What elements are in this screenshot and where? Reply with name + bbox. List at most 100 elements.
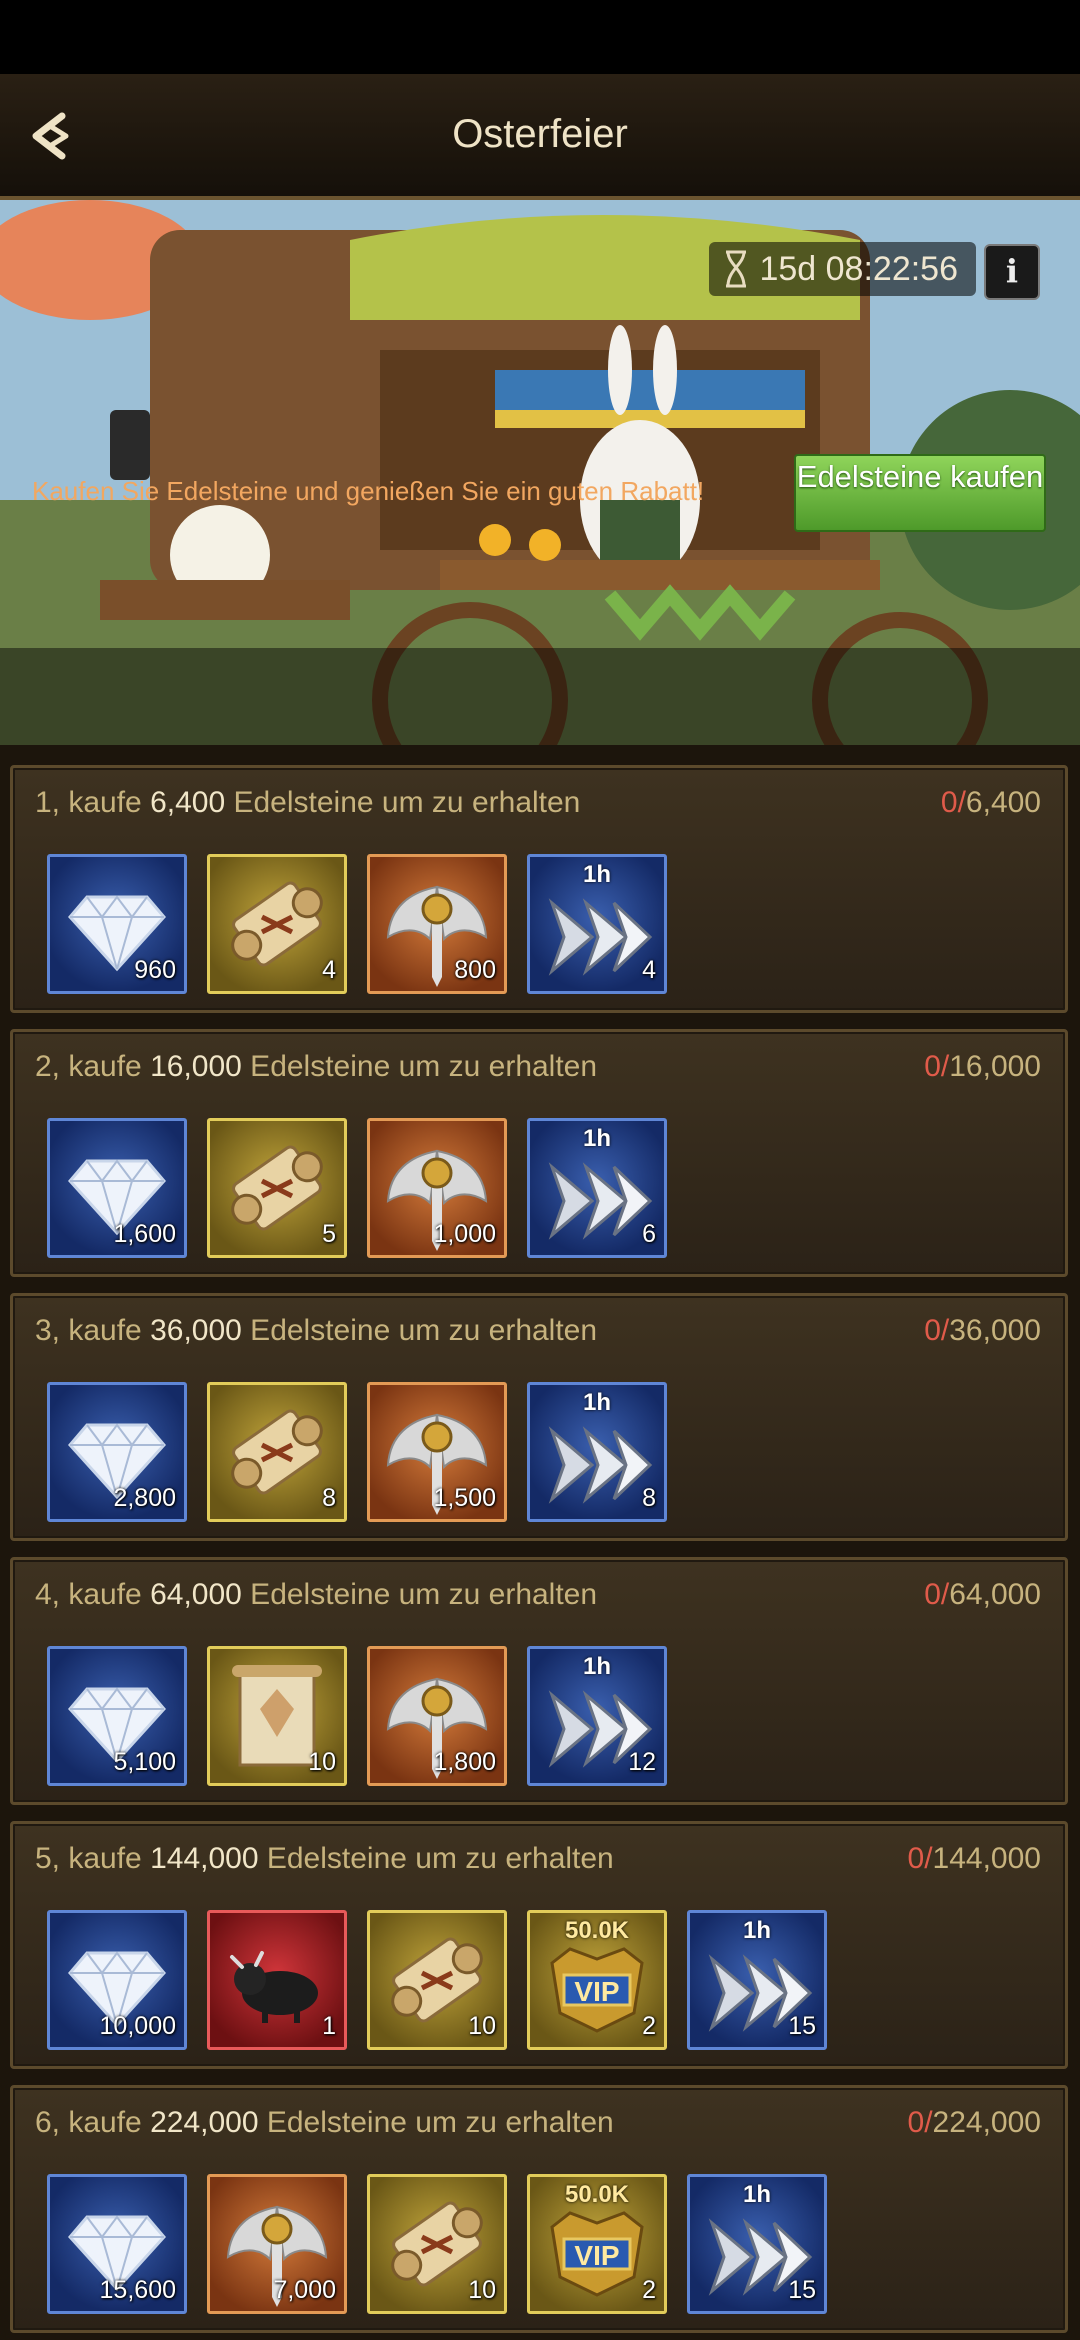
tier-title: 5, kaufe 144,000 Edelsteine um zu erhalt… — [35, 1842, 614, 1876]
event-timer: 15d 08:22:56 — [709, 242, 976, 296]
tier-title: 3, kaufe 36,000 Edelsteine um zu erhalte… — [35, 1314, 597, 1348]
reward-item-tag: 50.0K — [564, 2181, 630, 2208]
reward-item-quantity: 15 — [788, 2012, 816, 2040]
tier-suffix: Edelsteine um zu erhalten — [258, 2106, 614, 2139]
svg-text:VIP: VIP — [574, 2240, 619, 2271]
tier-progress-total: 224,000 — [932, 2106, 1041, 2139]
tier-progress-current: 0/ — [924, 1314, 950, 1347]
reward-item[interactable]: 1h 8 — [527, 1382, 667, 1522]
reward-item[interactable]: 800 — [367, 854, 507, 994]
tier-suffix: Edelsteine um zu erhalten — [225, 786, 581, 819]
reward-item[interactable]: 1,000 — [367, 1118, 507, 1258]
reward-tier: 6, kaufe 224,000 Edelsteine um zu erhalt… — [10, 2085, 1068, 2333]
tier-progress-total: 6,400 — [965, 786, 1041, 819]
reward-item-quantity: 8 — [322, 1484, 336, 1512]
promo-bar — [0, 648, 1080, 745]
reward-item[interactable]: 1h 12 — [527, 1646, 667, 1786]
reward-item-quantity: 10 — [308, 1748, 336, 1776]
reward-item-quantity: 1 — [322, 2012, 336, 2040]
reward-item[interactable]: 2,800 — [47, 1382, 187, 1522]
tier-reward-items: 2,800 8 1,500 1h 8 — [47, 1382, 667, 1522]
tier-title: 6, kaufe 224,000 Edelsteine um zu erhalt… — [35, 2106, 614, 2140]
reward-item-quantity: 10 — [468, 2012, 496, 2040]
reward-tier: 2, kaufe 16,000 Edelsteine um zu erhalte… — [10, 1029, 1068, 1277]
reward-item-quantity: 2 — [642, 2276, 656, 2304]
tier-prefix: 5, kaufe — [35, 1842, 151, 1875]
reward-item[interactable]: 15,600 — [47, 2174, 187, 2314]
tier-title: 4, kaufe 64,000 Edelsteine um zu erhalte… — [35, 1578, 597, 1612]
reward-item[interactable]: 1h 15 — [687, 1910, 827, 2050]
reward-item[interactable]: 1,600 — [47, 1118, 187, 1258]
reward-item-quantity: 15,600 — [99, 2276, 176, 2304]
info-button[interactable]: i — [984, 244, 1040, 300]
buy-gems-button[interactable]: Edelsteine kaufen — [794, 454, 1046, 532]
reward-item-quantity: 1,000 — [433, 1220, 496, 1248]
reward-item-quantity: 4 — [642, 956, 656, 984]
reward-item-tag: 50.0K — [564, 1917, 630, 1944]
reward-item[interactable]: 10 — [207, 1646, 347, 1786]
tier-suffix: Edelsteine um zu erhalten — [258, 1842, 614, 1875]
reward-item[interactable]: 10 — [367, 1910, 507, 2050]
tier-prefix: 4, kaufe — [35, 1578, 151, 1611]
tier-amount: 16,000 — [150, 1050, 242, 1083]
reward-item[interactable]: 1,800 — [367, 1646, 507, 1786]
reward-item-quantity: 7,000 — [273, 2276, 336, 2304]
reward-item-tag: 1h — [582, 1653, 611, 1680]
tier-progress-total: 64,000 — [949, 1578, 1041, 1611]
reward-item[interactable]: 1,500 — [367, 1382, 507, 1522]
tier-amount: 224,000 — [150, 2106, 259, 2139]
reward-item[interactable]: 1h 6 — [527, 1118, 667, 1258]
reward-item-quantity: 12 — [628, 1748, 656, 1776]
reward-tier: 1, kaufe 6,400 Edelsteine um zu erhalten… — [10, 765, 1068, 1013]
reward-item[interactable]: VIP 50.0K 2 — [527, 2174, 667, 2314]
tier-progress-total: 36,000 — [949, 1314, 1041, 1347]
tier-prefix: 1, kaufe — [35, 786, 151, 819]
tier-prefix: 2, kaufe — [35, 1050, 151, 1083]
reward-item[interactable]: 7,000 — [207, 2174, 347, 2314]
reward-item[interactable]: 4 — [207, 854, 347, 994]
tier-amount: 6,400 — [150, 786, 226, 819]
reward-item-quantity: 10 — [468, 2276, 496, 2304]
tier-amount: 144,000 — [150, 1842, 259, 1875]
tier-reward-items: 1,600 5 1,000 1h 6 — [47, 1118, 667, 1258]
reward-item[interactable]: 1h 4 — [527, 854, 667, 994]
reward-item[interactable]: 5 — [207, 1118, 347, 1258]
reward-item-tag: 1h — [582, 1389, 611, 1416]
tier-suffix: Edelsteine um zu erhalten — [241, 1578, 598, 1611]
reward-item-quantity: 10,000 — [99, 2012, 176, 2040]
reward-item-quantity: 5,100 — [113, 1748, 176, 1776]
reward-item-tag: 1h — [582, 1125, 611, 1152]
tier-progress: 0/36,000 — [924, 1314, 1041, 1348]
reward-item[interactable]: VIP 50.0K 2 — [527, 1910, 667, 2050]
tier-amount: 36,000 — [150, 1314, 242, 1347]
tier-progress: 0/6,400 — [941, 786, 1041, 820]
tier-progress: 0/144,000 — [908, 1842, 1041, 1876]
reward-tier: 5, kaufe 144,000 Edelsteine um zu erhalt… — [10, 1821, 1068, 2069]
reward-item-quantity: 1,500 — [433, 1484, 496, 1512]
reward-item[interactable]: 1h 15 — [687, 2174, 827, 2314]
reward-item[interactable]: 10 — [367, 2174, 507, 2314]
svg-text:VIP: VIP — [574, 1976, 619, 2007]
reward-item-tag: 1h — [742, 1917, 771, 1944]
reward-item[interactable]: 5,100 — [47, 1646, 187, 1786]
reward-item[interactable]: 960 — [47, 854, 187, 994]
top-header: Osterfeier — [0, 74, 1080, 200]
page-title: Osterfeier — [452, 112, 628, 156]
reward-item-quantity: 1,800 — [433, 1748, 496, 1776]
tier-progress-current: 0/ — [924, 1578, 950, 1611]
reward-item-quantity: 1,600 — [113, 1220, 176, 1248]
tier-reward-items: 5,100 10 1,800 1h 12 — [47, 1646, 667, 1786]
reward-item-quantity: 2,800 — [113, 1484, 176, 1512]
tier-progress-current: 0/ — [907, 2106, 933, 2139]
reward-item[interactable]: 1 — [207, 1910, 347, 2050]
timer-text: 15d 08:22:56 — [759, 249, 958, 288]
reward-tier: 3, kaufe 36,000 Edelsteine um zu erhalte… — [10, 1293, 1068, 1541]
promo-text: Kaufen Sie Edelsteine und genießen Sie e… — [32, 476, 705, 506]
status-bar — [0, 0, 1080, 74]
reward-tier: 4, kaufe 64,000 Edelsteine um zu erhalte… — [10, 1557, 1068, 1805]
tier-title: 1, kaufe 6,400 Edelsteine um zu erhalten — [35, 786, 580, 820]
tier-title: 2, kaufe 16,000 Edelsteine um zu erhalte… — [35, 1050, 597, 1084]
reward-item[interactable]: 10,000 — [47, 1910, 187, 2050]
reward-item[interactable]: 8 — [207, 1382, 347, 1522]
tier-prefix: 6, kaufe — [35, 2106, 151, 2139]
